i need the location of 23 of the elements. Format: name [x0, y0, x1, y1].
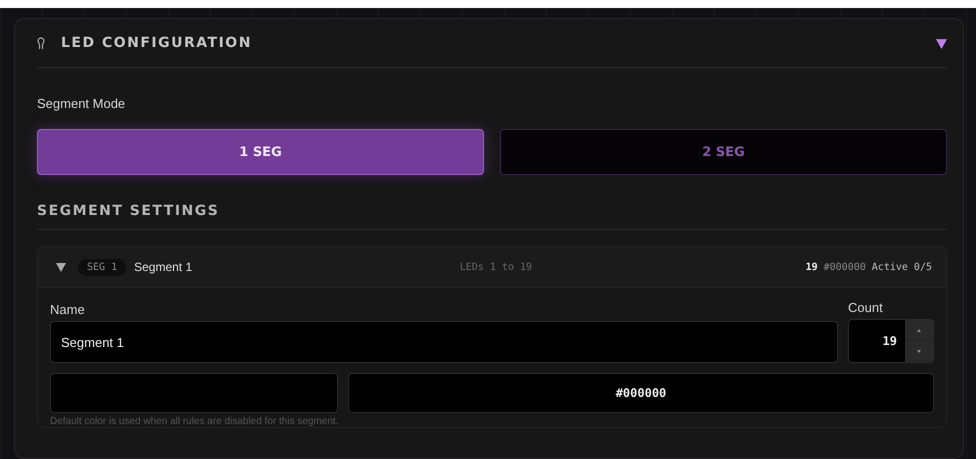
segment-mode-label: Segment Mode [37, 96, 126, 111]
color-code: #000000 [824, 262, 866, 272]
name-label: Name [50, 302, 86, 317]
active-rules: Active 0/5 [872, 262, 932, 272]
collapse-icon[interactable] [936, 38, 947, 48]
caret-down-icon [917, 350, 921, 352]
bulb-icon [37, 36, 45, 50]
mode-button[interactable]: 2 SEG [500, 129, 947, 175]
segment-badge: SEG 1 [78, 258, 126, 276]
led-range: LEDs 1 to 19 [458, 262, 533, 272]
panel-title: LED CONFIGURATION [61, 35, 253, 51]
section-title: SEGMENT SETTINGS [37, 175, 947, 230]
count-label: Count [848, 300, 884, 315]
caret-up-icon [917, 328, 921, 332]
mode-button[interactable]: 1 SEG [37, 129, 484, 175]
color-swatch[interactable] [50, 373, 338, 413]
hint-text: Default color is used when all rules are disabled for this segment. [50, 416, 340, 427]
expand-icon[interactable] [56, 262, 66, 272]
led-count: 19 [806, 262, 818, 272]
name-field[interactable]: Segment 1 [50, 321, 838, 363]
segment-name: Segment 1 [134, 260, 192, 274]
hex-color-field[interactable]: #000000 [348, 373, 934, 413]
count-field[interactable]: 19 [848, 319, 934, 363]
